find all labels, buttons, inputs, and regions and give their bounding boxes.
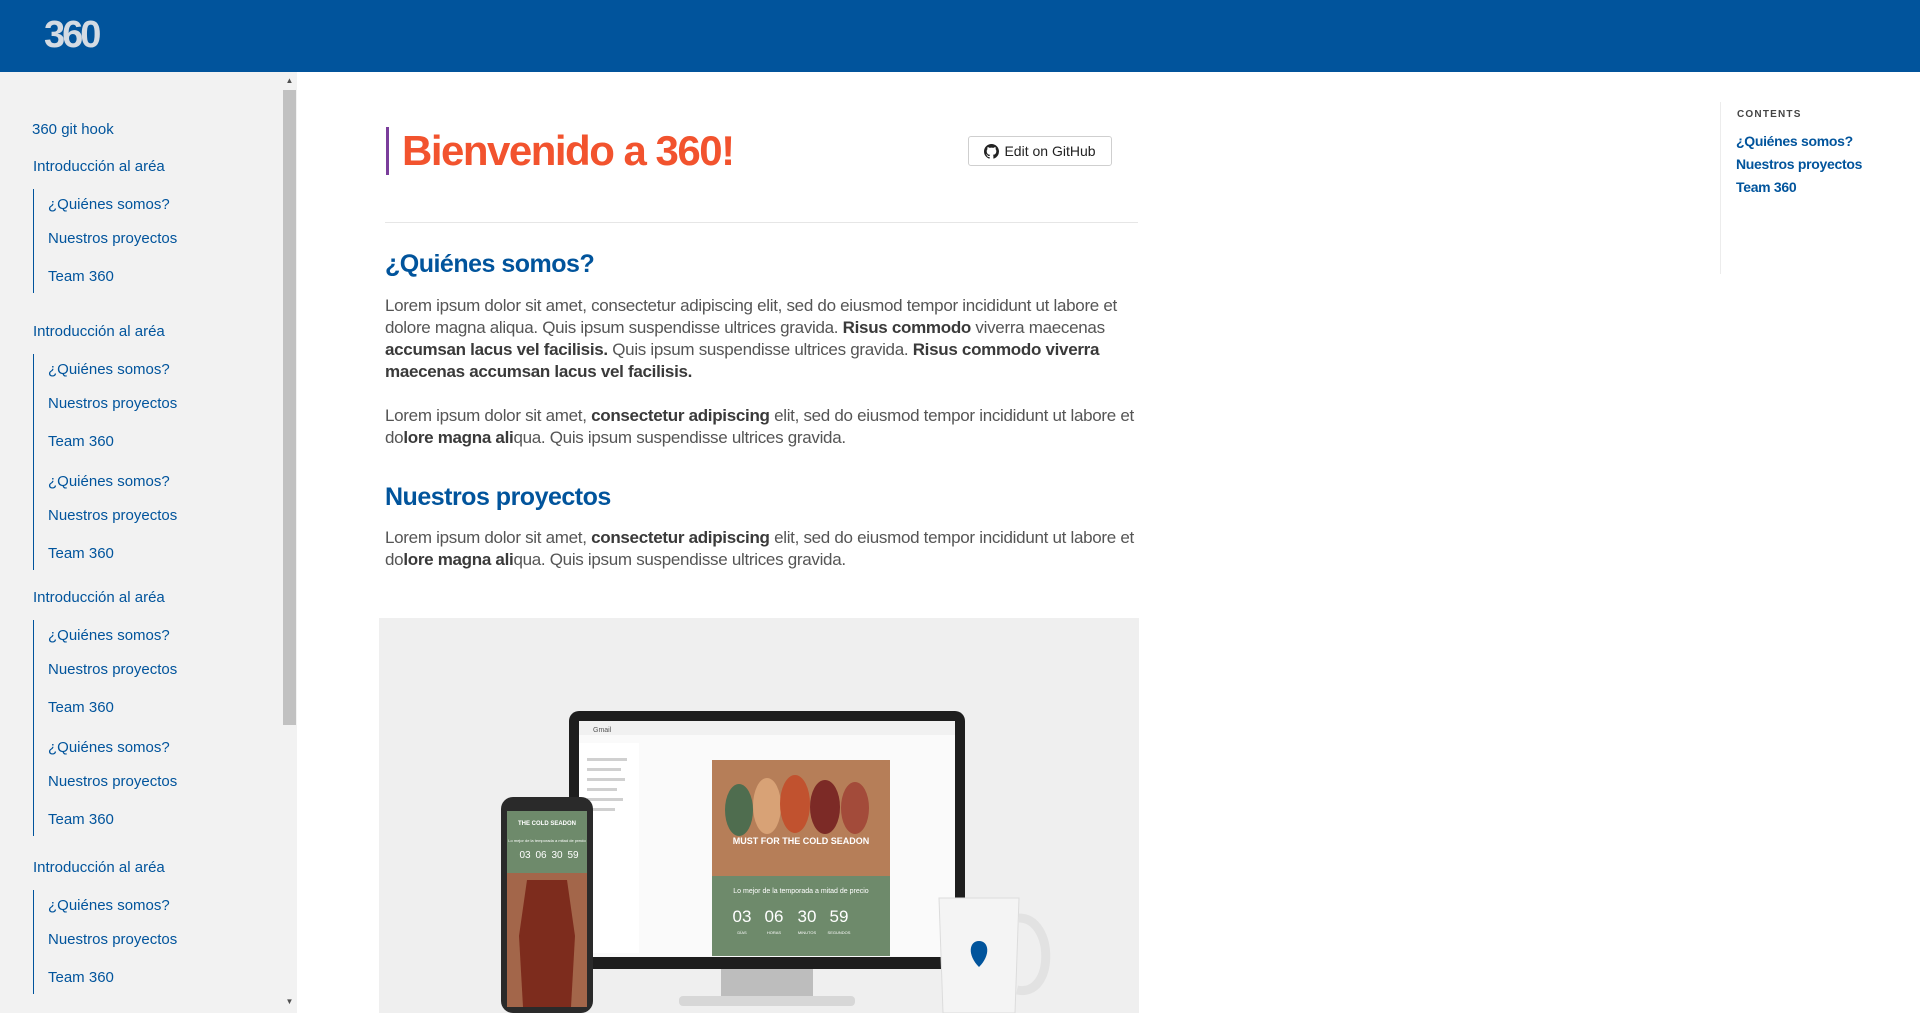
countdown-unit-label: MINUTOS	[798, 930, 817, 935]
sidebar-sub-item[interactable]: ¿Quiénes somos?	[48, 626, 170, 646]
sidebar-sub-item[interactable]: Team 360	[48, 267, 114, 287]
countdown-digit: 30	[798, 907, 817, 926]
countdown-digit-small: 30	[551, 850, 563, 861]
countdown-digit: 03	[733, 907, 752, 926]
sidebar-sub-item[interactable]: Nuestros proyectos	[48, 229, 177, 249]
product-mockup-image: Gmail MUST FOR THE COLD SEADON Lo mejor …	[379, 618, 1139, 1013]
toc-divider	[1720, 102, 1721, 274]
sidebar-sub-item[interactable]: Nuestros proyectos	[48, 660, 177, 680]
sidebar-group-indent-line	[33, 189, 34, 293]
sidebar-sub-item[interactable]: ¿Quiénes somos?	[48, 738, 170, 758]
scroll-down-arrow-icon[interactable]: ▼	[283, 995, 296, 1009]
edit-on-github-label: Edit on GitHub	[1004, 143, 1096, 159]
toc-link-proyectos[interactable]: Nuestros proyectos	[1736, 156, 1862, 172]
sidebar-sub-item[interactable]: Nuestros proyectos	[48, 394, 177, 414]
sidebar-sub-item[interactable]: ¿Quiénes somos?	[48, 472, 170, 492]
paragraph: Lorem ipsum dolor sit amet, consectetur …	[385, 296, 1117, 381]
countdown-digit: 59	[830, 907, 849, 926]
section-heading-proyectos: Nuestros proyectos	[385, 483, 611, 511]
toc-link-quienes[interactable]: ¿Quiénes somos?	[1736, 133, 1853, 149]
sidebar-sub-item[interactable]: ¿Quiénes somos?	[48, 896, 170, 916]
gmail-label: Gmail	[593, 727, 612, 734]
sidebar-sub-item[interactable]: ¿Quiénes somos?	[48, 195, 170, 215]
phone-banner-text: THE COLD SEADON	[518, 821, 576, 827]
sidebar-sub-item[interactable]: Team 360	[48, 698, 114, 718]
sidebar-sub-item[interactable]: Nuestros proyectos	[48, 506, 177, 526]
sidebar-group-title[interactable]: Introducción al aréa	[33, 157, 165, 177]
devices-illustration: Gmail MUST FOR THE COLD SEADON Lo mejor …	[501, 711, 1051, 1013]
sidebar-sub-item[interactable]: Team 360	[48, 544, 114, 564]
countdown-unit-label: HORAS	[767, 930, 782, 935]
logo-text: 360	[44, 14, 100, 54]
title-divider	[385, 222, 1138, 223]
edit-on-github-button[interactable]: Edit on GitHub	[968, 136, 1112, 166]
paragraph: Lorem ipsum dolor sit amet, consectetur …	[385, 406, 1134, 447]
sidebar-scrollbar-thumb[interactable]	[283, 90, 296, 725]
phone-subtext: Lo mejor de la temporada a mitad de prec…	[508, 838, 586, 843]
sidebar-sub-item[interactable]: Nuestros proyectos	[48, 772, 177, 792]
countdown-digit-small: 59	[567, 850, 579, 861]
sidebar-group-indent-line	[33, 890, 34, 994]
sidebar-group-title[interactable]: Introducción al aréa	[33, 588, 165, 608]
paragraph: Lorem ipsum dolor sit amet, consectetur …	[385, 528, 1134, 569]
countdown-digit-small: 06	[535, 850, 547, 861]
countdown-digit-small: 03	[519, 850, 531, 861]
section-heading-quienes: ¿Quiénes somos?	[385, 250, 595, 278]
github-icon	[984, 143, 1000, 159]
sidebar-group-title[interactable]: Introducción al aréa	[33, 858, 165, 878]
countdown-digit: 06	[765, 907, 784, 926]
sidebar-sub-item[interactable]: Team 360	[48, 968, 114, 988]
countdown-unit-label: SEGUNDOS	[828, 930, 851, 935]
sidebar-group-indent-line	[33, 354, 34, 570]
title-accent-bar	[386, 127, 389, 175]
sidebar-group-indent-line	[33, 620, 34, 836]
sidebar-sub-item[interactable]: ¿Quiénes somos?	[48, 360, 170, 380]
sidebar-sub-item[interactable]: Team 360	[48, 432, 114, 452]
brand-logo[interactable]: 360	[44, 14, 128, 54]
countdown-unit-label: DÍAS	[737, 930, 747, 935]
scroll-up-arrow-icon[interactable]: ▲	[283, 74, 296, 88]
toc-heading: CONTENTS	[1737, 109, 1802, 120]
toc-link-team[interactable]: Team 360	[1736, 179, 1797, 195]
sidebar-sub-item[interactable]: Nuestros proyectos	[48, 930, 177, 950]
email-banner-text: MUST FOR THE COLD SEADON	[733, 836, 870, 846]
email-subtext: Lo mejor de la temporada a mitad de prec…	[733, 888, 869, 895]
page-title: Bienvenido a 360!	[402, 127, 735, 174]
sidebar-sub-item[interactable]: Team 360	[48, 810, 114, 830]
sidebar-item-git-hook[interactable]: 360 git hook	[32, 120, 114, 140]
sidebar-group-title[interactable]: Introducción al aréa	[33, 322, 165, 342]
top-header: 360	[0, 0, 1920, 72]
